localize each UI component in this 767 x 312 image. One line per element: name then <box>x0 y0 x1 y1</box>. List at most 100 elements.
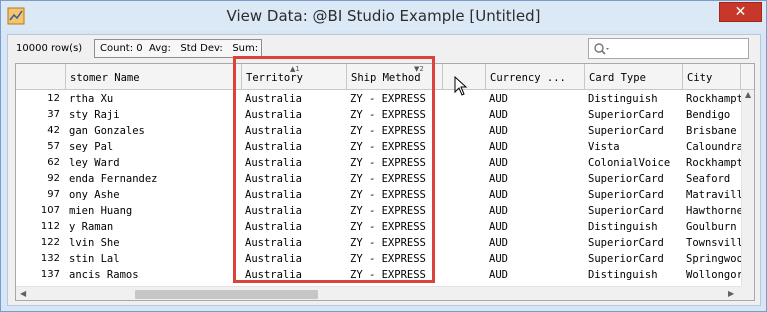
cell-city[interactable]: Brisbane <box>683 123 741 139</box>
cell-row-number[interactable]: 107 <box>16 203 66 219</box>
cell-customer-name[interactable]: y Raman <box>66 219 242 235</box>
cell-city[interactable]: Rockhampt <box>683 155 741 171</box>
cell-territory[interactable]: Australia <box>242 171 347 187</box>
cell-territory[interactable]: Australia <box>242 267 347 283</box>
cell-customer-name[interactable]: sey Pal <box>66 139 242 155</box>
cell-blank[interactable] <box>443 251 486 267</box>
cell-row-number[interactable]: 97 <box>16 187 66 203</box>
cell-territory[interactable]: Australia <box>242 203 347 219</box>
cell-territory[interactable]: Australia <box>242 139 347 155</box>
scroll-up-icon[interactable]: ▲ <box>745 90 751 99</box>
cell-card-type[interactable]: Distinguish <box>585 219 683 235</box>
cell-currency[interactable]: AUD <box>486 219 585 235</box>
scroll-thumb[interactable] <box>135 290 318 299</box>
cell-ship-method[interactable]: ZY - EXPRESS <box>347 235 443 251</box>
cell-blank[interactable] <box>443 107 486 123</box>
cell-ship-method[interactable]: ZY - EXPRESS <box>347 91 443 107</box>
cell-currency[interactable]: AUD <box>486 187 585 203</box>
data-grid[interactable]: stomer Name ▲1 Territory ▼2 Ship Method … <box>15 63 755 301</box>
cell-territory[interactable]: Australia <box>242 123 347 139</box>
cell-row-number[interactable]: 42 <box>16 123 66 139</box>
cell-ship-method[interactable]: ZY - EXPRESS <box>347 267 443 283</box>
cell-blank[interactable] <box>443 235 486 251</box>
cell-row-number[interactable]: 132 <box>16 251 66 267</box>
cell-ship-method[interactable]: ZY - EXPRESS <box>347 187 443 203</box>
table-row[interactable]: 107 mien Huang Australia ZY - EXPRESS AUD Sup… <box>16 203 754 219</box>
header-territory[interactable]: ▲1 Territory <box>242 64 347 90</box>
cell-card-type[interactable]: SuperiorCard <box>585 107 683 123</box>
header-customer-name[interactable]: stomer Name <box>66 64 242 90</box>
cell-ship-method[interactable]: ZY - EXPRESS <box>347 251 443 267</box>
cell-city[interactable]: Townsvill <box>683 235 741 251</box>
vertical-scrollbar[interactable]: ▲ <box>741 90 754 288</box>
cell-row-number[interactable]: 92 <box>16 171 66 187</box>
search-input[interactable] <box>588 38 749 59</box>
cell-city[interactable]: Seaford <box>683 171 741 187</box>
cell-ship-method[interactable]: ZY - EXPRESS <box>347 203 443 219</box>
cell-ship-method[interactable]: ZY - EXPRESS <box>347 171 443 187</box>
cell-card-type[interactable]: SuperiorCard <box>585 187 683 203</box>
cell-row-number[interactable]: 12 <box>16 91 66 107</box>
cell-currency[interactable]: AUD <box>486 267 585 283</box>
cell-customer-name[interactable]: enda Fernandez <box>66 171 242 187</box>
cell-blank[interactable] <box>443 123 486 139</box>
cell-card-type[interactable]: SuperiorCard <box>585 235 683 251</box>
cell-customer-name[interactable]: sty Raji <box>66 107 242 123</box>
cell-city[interactable]: Hawthorne <box>683 203 741 219</box>
cell-city[interactable]: Springwoo <box>683 251 741 267</box>
cell-blank[interactable] <box>443 203 486 219</box>
cell-ship-method[interactable]: ZY - EXPRESS <box>347 107 443 123</box>
cell-ship-method[interactable]: ZY - EXPRESS <box>347 219 443 235</box>
cell-card-type[interactable]: SuperiorCard <box>585 251 683 267</box>
cell-row-number[interactable]: 37 <box>16 107 66 123</box>
cell-blank[interactable] <box>443 187 486 203</box>
cell-customer-name[interactable]: ley Ward <box>66 155 242 171</box>
close-button[interactable]: ✕ <box>719 2 762 22</box>
table-row[interactable]: 122 lvin She Australia ZY - EXPRESS AUD Super… <box>16 235 754 251</box>
cell-city[interactable]: Bendigo <box>683 107 741 123</box>
cell-currency[interactable]: AUD <box>486 155 585 171</box>
header-ship-method[interactable]: ▼2 Ship Method <box>347 64 443 90</box>
cell-blank[interactable] <box>443 219 486 235</box>
table-row[interactable]: 37 sty Raji Australia ZY - EXPRESS AUD Superi… <box>16 107 754 123</box>
header-city[interactable]: City <box>683 64 741 90</box>
cell-card-type[interactable]: SuperiorCard <box>585 171 683 187</box>
cell-territory[interactable]: Australia <box>242 235 347 251</box>
cell-currency[interactable]: AUD <box>486 107 585 123</box>
cell-currency[interactable]: AUD <box>486 203 585 219</box>
cell-territory[interactable]: Australia <box>242 91 347 107</box>
cell-city[interactable]: Caloundra <box>683 139 741 155</box>
cell-city[interactable]: Wollongor <box>683 267 741 283</box>
scroll-left-icon[interactable]: ◀ <box>20 289 26 298</box>
cell-customer-name[interactable]: rtha Xu <box>66 91 242 107</box>
cell-row-number[interactable]: 62 <box>16 155 66 171</box>
table-row[interactable]: 42 gan Gonzales Australia ZY - EXPRESS AUD Su… <box>16 123 754 139</box>
header-card-type[interactable]: Card Type <box>585 64 683 90</box>
cell-customer-name[interactable]: gan Gonzales <box>66 123 242 139</box>
table-row[interactable]: 132 stin Lal Australia ZY - EXPRESS AUD Super… <box>16 251 754 267</box>
cell-city[interactable]: Goulburn <box>683 219 741 235</box>
cell-blank[interactable] <box>443 171 486 187</box>
cell-city[interactable]: Rockhampt <box>683 91 741 107</box>
table-row[interactable]: 62 ley Ward Australia ZY - EXPRESS AUD Coloni… <box>16 155 754 171</box>
cell-card-type[interactable]: Vista <box>585 139 683 155</box>
cell-card-type[interactable]: Distinguish <box>585 267 683 283</box>
header-row-number[interactable] <box>16 64 66 90</box>
cell-currency[interactable]: AUD <box>486 91 585 107</box>
cell-city[interactable]: Matravill <box>683 187 741 203</box>
cell-customer-name[interactable]: stin Lal <box>66 251 242 267</box>
table-row[interactable]: 92 enda Fernandez Australia ZY - EXPRESS AUD… <box>16 171 754 187</box>
table-row[interactable]: 12 rtha Xu Australia ZY - EXPRESS AUD Disting… <box>16 91 754 107</box>
cell-blank[interactable] <box>443 139 486 155</box>
cell-row-number[interactable]: 122 <box>16 235 66 251</box>
search-icon[interactable] <box>593 42 609 56</box>
cell-ship-method[interactable]: ZY - EXPRESS <box>347 139 443 155</box>
cell-currency[interactable]: AUD <box>486 123 585 139</box>
cell-row-number[interactable]: 137 <box>16 267 66 283</box>
cell-territory[interactable]: Australia <box>242 155 347 171</box>
cell-card-type[interactable]: SuperiorCard <box>585 203 683 219</box>
cell-ship-method[interactable]: ZY - EXPRESS <box>347 155 443 171</box>
cell-row-number[interactable]: 112 <box>16 219 66 235</box>
cell-row-number[interactable]: 57 <box>16 139 66 155</box>
cell-customer-name[interactable]: lvin She <box>66 235 242 251</box>
